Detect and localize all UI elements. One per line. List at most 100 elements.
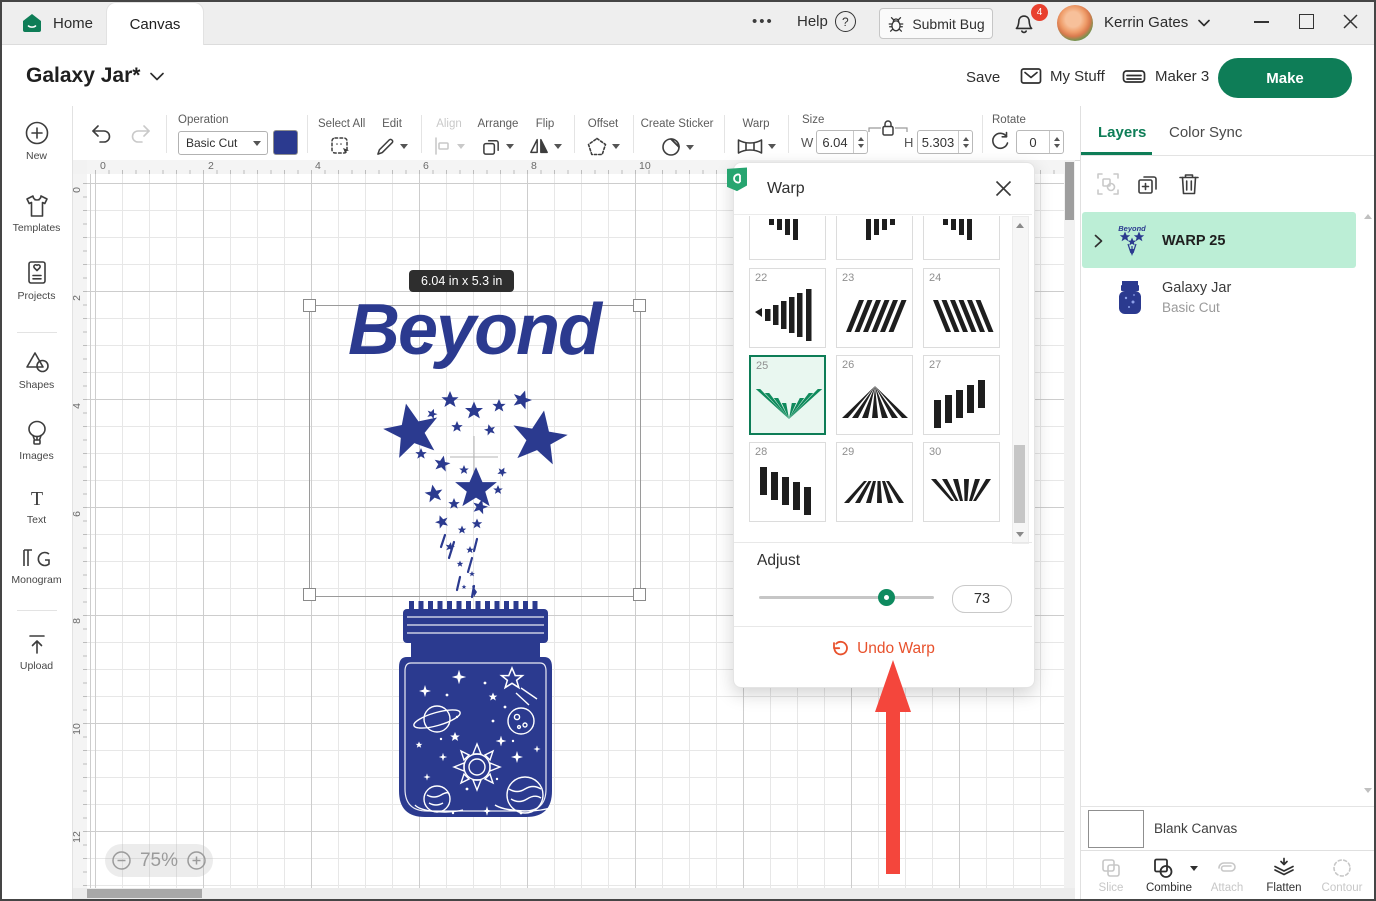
align-button[interactable]: Align: [429, 114, 469, 155]
warp-style-24[interactable]: 24: [923, 268, 1000, 348]
maximize-button[interactable]: [1299, 14, 1314, 29]
vertical-scrollbar[interactable]: [1064, 160, 1075, 888]
more-menu-button[interactable]: •••: [752, 13, 774, 30]
rotate-stepper[interactable]: [1049, 131, 1063, 153]
warp-style-22[interactable]: 22: [749, 268, 826, 348]
group-button[interactable]: [1096, 172, 1120, 196]
zoom-out-button[interactable]: [111, 850, 132, 871]
horizontal-scrollbar-thumb[interactable]: [87, 889, 202, 898]
undo-warp-button[interactable]: Undo Warp: [733, 640, 1033, 658]
offset-label: Offset: [588, 118, 618, 130]
warp-style-27[interactable]: 27: [923, 355, 1000, 435]
height-value[interactable]: [918, 135, 958, 150]
height-stepper[interactable]: [958, 131, 972, 153]
sidebar-item-upload[interactable]: Upload: [2, 632, 71, 672]
edit-button[interactable]: Edit: [372, 114, 412, 156]
warp-scrollbar-thumb[interactable]: [1014, 445, 1025, 523]
width-value[interactable]: [817, 135, 853, 150]
selection-handle[interactable]: [303, 588, 316, 601]
close-window-button[interactable]: [1343, 14, 1358, 29]
rotate-input[interactable]: [1016, 130, 1064, 154]
make-button[interactable]: Make: [1218, 58, 1352, 98]
sidebar-item-templates[interactable]: Templates: [2, 194, 71, 234]
width-stepper[interactable]: [853, 131, 867, 153]
save-button[interactable]: Save: [966, 69, 1000, 86]
adjust-value-box[interactable]: 73: [952, 585, 1012, 613]
arrange-button[interactable]: Arrange: [472, 114, 524, 156]
design-text[interactable]: Beyond: [307, 294, 641, 366]
flip-button[interactable]: Flip: [525, 114, 565, 155]
width-input[interactable]: [816, 130, 868, 154]
rotate-icon[interactable]: [990, 131, 1010, 151]
sidebar-item-monogram[interactable]: Monogram: [2, 546, 71, 586]
combine-button[interactable]: Combine: [1140, 857, 1198, 894]
minimize-button[interactable]: [1254, 21, 1269, 23]
warp-button[interactable]: Warp: [732, 114, 780, 155]
warp-style-29[interactable]: 29: [836, 442, 913, 522]
contour-button[interactable]: Contour: [1313, 857, 1371, 894]
layers-scroll-down-icon[interactable]: [1364, 788, 1372, 793]
layer-name: Galaxy Jar: [1162, 280, 1231, 296]
color-swatch[interactable]: [273, 130, 298, 155]
chevron-right-icon[interactable]: [1094, 234, 1103, 248]
warp-style-23[interactable]: 23: [836, 268, 913, 348]
canvas-tab[interactable]: Canvas: [106, 2, 204, 46]
sidebar-item-new[interactable]: New: [2, 120, 71, 162]
chevron-down-icon: [150, 72, 164, 81]
warp-style-26[interactable]: 26: [836, 355, 913, 435]
operation-select[interactable]: Basic Cut: [178, 131, 268, 155]
warp-style-thumb-partial[interactable]: [836, 216, 913, 260]
project-title-menu[interactable]: Galaxy Jar*: [26, 64, 164, 88]
offset-button[interactable]: Offset: [580, 114, 626, 156]
delete-button[interactable]: [1178, 172, 1200, 196]
zoom-in-button[interactable]: [186, 850, 207, 871]
select-all-button[interactable]: Select All: [318, 114, 364, 158]
warp-style-thumb-partial[interactable]: [923, 216, 1000, 260]
scroll-down-arrow-icon[interactable]: [1016, 532, 1024, 537]
create-sticker-button[interactable]: Create Sticker: [638, 114, 716, 157]
height-input[interactable]: [917, 130, 973, 154]
dropdown-arrow-icon: [768, 144, 776, 149]
home-tab[interactable]: Home: [10, 2, 112, 44]
zoom-control: 75%: [105, 844, 213, 877]
notifications-button[interactable]: 4: [1012, 10, 1042, 40]
warp-style-30[interactable]: 30: [923, 442, 1000, 522]
avatar[interactable]: [1057, 5, 1093, 41]
sidebar-item-text[interactable]: T Text: [2, 488, 71, 526]
close-icon[interactable]: [995, 180, 1012, 197]
warp-style-thumb-partial[interactable]: [749, 216, 826, 260]
tab-layers[interactable]: Layers: [1098, 124, 1146, 141]
sidebar-item-projects[interactable]: Projects: [2, 260, 71, 302]
tab-color-sync[interactable]: Color Sync: [1169, 124, 1242, 141]
user-menu[interactable]: Kerrin Gates: [1104, 14, 1210, 31]
machine-selector[interactable]: Maker 3: [1122, 65, 1209, 87]
my-stuff-button[interactable]: My Stuff: [1020, 65, 1105, 87]
duplicate-button[interactable]: [1136, 172, 1160, 196]
canvas-tab-label: Canvas: [130, 16, 181, 33]
redo-button[interactable]: [128, 124, 152, 144]
layer-row-galaxy-jar[interactable]: Galaxy Jar Basic Cut: [1082, 270, 1356, 326]
flatten-button[interactable]: Flatten: [1255, 857, 1313, 894]
warp-style-28[interactable]: 28: [749, 442, 826, 522]
scroll-up-arrow-icon[interactable]: [1016, 223, 1024, 228]
attach-button[interactable]: Attach: [1198, 857, 1256, 894]
blank-canvas-row[interactable]: Blank Canvas: [1082, 807, 1374, 850]
layer-row-warp25[interactable]: Beyond WARP 25: [1082, 212, 1356, 268]
adjust-slider[interactable]: [759, 596, 934, 599]
vertical-scrollbar-thumb[interactable]: [1065, 162, 1074, 220]
sidebar-item-images[interactable]: Images: [2, 420, 71, 462]
warp-scrollbar[interactable]: [1012, 216, 1029, 544]
slice-button[interactable]: Slice: [1082, 857, 1140, 894]
sidebar-item-shapes[interactable]: Shapes: [2, 350, 71, 391]
submit-bug-button[interactable]: Submit Bug: [879, 8, 993, 39]
galaxy-jar-design[interactable]: [397, 599, 554, 819]
adjust-slider-thumb[interactable]: [878, 589, 895, 606]
rotate-value[interactable]: [1017, 135, 1049, 150]
horizontal-scrollbar[interactable]: [73, 888, 1075, 899]
undo-button[interactable]: [90, 124, 114, 144]
star-burst-design[interactable]: [317, 387, 637, 599]
size-lock-icon[interactable]: [868, 119, 908, 137]
layers-scroll-up-icon[interactable]: [1364, 214, 1372, 219]
help-button[interactable]: Help ?: [797, 11, 856, 32]
warp-style-25-selected[interactable]: 25: [749, 355, 826, 435]
